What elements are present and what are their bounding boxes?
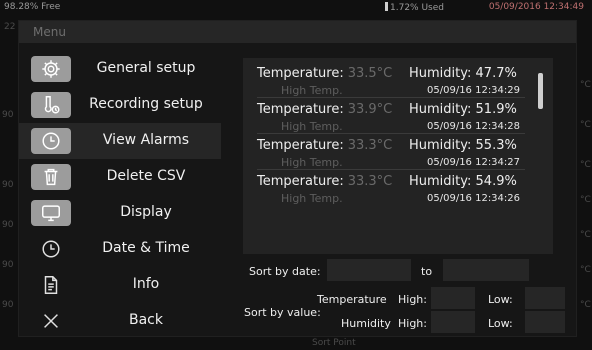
alarm-type: High Temp. bbox=[281, 84, 343, 97]
humidity-value: 47.7% bbox=[475, 66, 517, 81]
temperature-high-label: High: bbox=[398, 293, 427, 306]
menu-item-general-setup[interactable]: General setup bbox=[19, 51, 221, 87]
temperature-low-label: Low: bbox=[488, 293, 513, 306]
alarm-timestamp: 05/09/16 12:34:26 bbox=[427, 193, 521, 204]
sort-by-value-label: Sort by value: bbox=[244, 306, 321, 319]
recording-probe-icon bbox=[31, 92, 71, 118]
bg-mark: 90 bbox=[2, 300, 14, 310]
gear-icon bbox=[31, 56, 71, 82]
bg-mark: 90 bbox=[2, 220, 14, 230]
menu-item-display[interactable]: Display bbox=[19, 195, 221, 231]
dialog-title: Menu bbox=[33, 25, 66, 39]
bg-mark: 22 bbox=[4, 22, 16, 32]
menu-item-label: Info bbox=[132, 276, 160, 292]
bg-mark: °C bbox=[580, 230, 591, 240]
temperature-label: Temperature: bbox=[257, 138, 344, 153]
bg-mark: 90 bbox=[2, 110, 14, 120]
alarm-record[interactable]: Temperature: 33.3°C Humidity: 55.3% High … bbox=[243, 134, 539, 170]
status-datetime: 05/09/2016 12:34:49 bbox=[488, 2, 584, 12]
storage-used: 1.72% Used bbox=[390, 3, 444, 13]
humidity-value: 55.3% bbox=[475, 138, 517, 153]
humidity-high-label: High: bbox=[398, 317, 427, 330]
humidity-label: Humidity: bbox=[409, 102, 472, 117]
date-to-field[interactable] bbox=[443, 259, 529, 281]
humidity-high-field[interactable] bbox=[431, 311, 475, 333]
storage-used-indicator: 1.72% Used bbox=[385, 2, 444, 13]
humidity-value: 54.9% bbox=[475, 174, 517, 189]
humidity-label: Humidity: bbox=[409, 138, 472, 153]
alarm-type: High Temp. bbox=[281, 156, 343, 169]
bg-mark: °C bbox=[580, 120, 591, 130]
alarm-record[interactable]: Temperature: 33.5°C Humidity: 47.7% High … bbox=[243, 62, 539, 98]
menu-dialog: Menu General setup Recording setup View … bbox=[18, 20, 577, 337]
storage-bar-icon bbox=[385, 2, 388, 11]
menu-item-label: Delete CSV bbox=[106, 168, 186, 184]
clock-icon bbox=[31, 128, 71, 154]
menu-item-label: Date & Time bbox=[102, 240, 190, 256]
storage-free: 98.28% Free bbox=[4, 2, 61, 12]
temperature-value: 33.9°C bbox=[347, 102, 393, 117]
temperature-low-field[interactable] bbox=[525, 287, 565, 309]
alarm-timestamp: 05/09/16 12:34:28 bbox=[427, 121, 521, 132]
to-label: to bbox=[421, 265, 433, 278]
temperature-value: 33.5°C bbox=[347, 66, 393, 81]
date-from-field[interactable] bbox=[327, 259, 411, 281]
sort-by-date-label: Sort by date: bbox=[249, 265, 321, 278]
alarm-list[interactable]: Temperature: 33.5°C Humidity: 47.7% High … bbox=[243, 58, 553, 254]
temperature-sort-label: Temperature bbox=[317, 293, 387, 306]
alarm-record[interactable]: Temperature: 33.3°C Humidity: 54.9% High … bbox=[243, 170, 539, 206]
temperature-label: Temperature: bbox=[257, 102, 344, 117]
temperature-value: 33.3°C bbox=[347, 174, 393, 189]
menu-item-label: Display bbox=[120, 204, 172, 220]
clock-icon bbox=[31, 236, 71, 262]
menu-item-label: General setup bbox=[96, 60, 196, 76]
monitor-icon bbox=[31, 200, 71, 226]
alarm-list-scrollbar[interactable] bbox=[538, 73, 543, 109]
humidity-sort-label: Humidity bbox=[341, 317, 391, 330]
temperature-high-field[interactable] bbox=[431, 287, 475, 309]
bg-mark: °C bbox=[580, 265, 591, 275]
menu-item-delete-csv[interactable]: Delete CSV bbox=[19, 159, 221, 195]
status-bar: 98.28% Free 1.72% Used 05/09/2016 12:34:… bbox=[0, 0, 592, 16]
bg-mark: °C bbox=[580, 80, 591, 90]
humidity-label: Humidity: bbox=[409, 174, 472, 189]
bg-mark: °C bbox=[580, 160, 591, 170]
document-icon bbox=[31, 272, 71, 298]
alarm-record[interactable]: Temperature: 33.9°C Humidity: 51.9% High … bbox=[243, 98, 539, 134]
menu-item-label: Back bbox=[129, 312, 163, 328]
bg-mark: 90 bbox=[2, 260, 14, 270]
menu-item-recording-setup[interactable]: Recording setup bbox=[19, 87, 221, 123]
humidity-value: 51.9% bbox=[475, 102, 517, 117]
humidity-low-label: Low: bbox=[488, 317, 513, 330]
menu-item-date-time[interactable]: Date & Time bbox=[19, 231, 221, 267]
close-icon bbox=[31, 308, 71, 334]
menu-item-view-alarms[interactable]: View Alarms bbox=[19, 123, 221, 159]
alarm-timestamp: 05/09/16 12:34:27 bbox=[427, 157, 521, 168]
menu-item-info[interactable]: Info bbox=[19, 267, 221, 303]
menu-item-back[interactable]: Back bbox=[19, 303, 221, 339]
bg-mark: °C bbox=[580, 300, 591, 310]
trash-icon bbox=[31, 164, 71, 190]
temperature-value: 33.3°C bbox=[347, 138, 393, 153]
bg-mark: Sort Point bbox=[312, 338, 356, 348]
menu-item-label: View Alarms bbox=[102, 132, 190, 148]
menu-item-label: Recording setup bbox=[89, 96, 203, 112]
bg-mark: °C bbox=[580, 195, 591, 205]
alarm-type: High Temp. bbox=[281, 120, 343, 133]
humidity-label: Humidity: bbox=[409, 66, 472, 81]
dialog-title-bar: Menu bbox=[19, 21, 576, 43]
alarm-type: High Temp. bbox=[281, 192, 343, 205]
bg-mark: 90 bbox=[2, 180, 14, 190]
temperature-label: Temperature: bbox=[257, 174, 344, 189]
alarm-timestamp: 05/09/16 12:34:29 bbox=[427, 85, 521, 96]
device-screen: 98.28% Free 1.72% Used 05/09/2016 12:34:… bbox=[0, 0, 592, 350]
humidity-low-field[interactable] bbox=[525, 311, 565, 333]
temperature-label: Temperature: bbox=[257, 66, 344, 81]
